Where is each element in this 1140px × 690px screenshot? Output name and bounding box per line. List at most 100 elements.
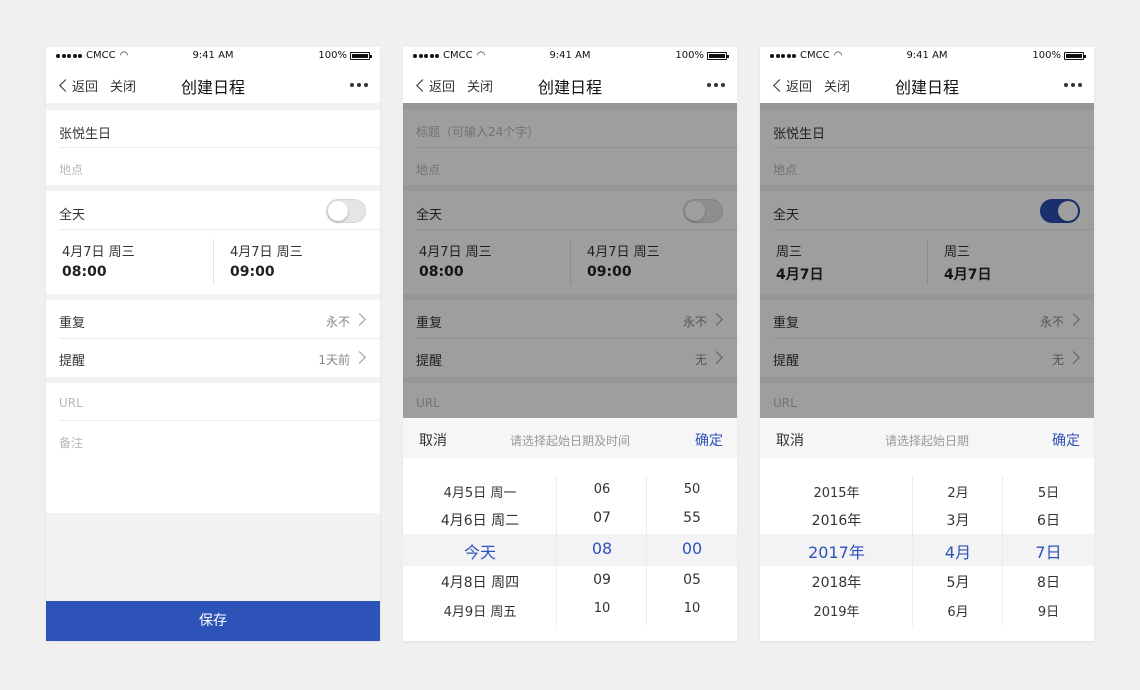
battery-icon [707, 51, 729, 60]
nav-bar: 返回 关闭 创建日程 [760, 65, 1094, 103]
end-date: 4月7日 周三 [230, 245, 303, 260]
back-button[interactable]: 返回 [415, 76, 455, 95]
picker-option[interactable]: 50 [647, 482, 737, 497]
end-time-cell[interactable]: 4月7日 周三 09:00 [230, 229, 370, 294]
nav-bar: 返回 关闭 创建日程 [403, 65, 737, 103]
time-group: 全天 4月7日 周三 08:00 4月7日 周三 09:00 [46, 191, 380, 294]
back-button[interactable]: 返回 [772, 76, 812, 95]
picker-option[interactable]: 3月 [913, 510, 1003, 530]
picker-header: 取消 请选择起始日期及时间 确定 [403, 418, 737, 458]
overlay-mask[interactable] [403, 103, 737, 418]
battery-icon [350, 51, 372, 60]
picker-option-selected[interactable]: 4月 [913, 539, 1003, 563]
back-button[interactable]: 返回 [58, 76, 98, 95]
url-input[interactable]: URL [59, 396, 380, 410]
back-label: 返回 [72, 80, 99, 95]
location-input[interactable]: 地点 [59, 161, 380, 178]
picker-option[interactable]: 6月 [913, 601, 1003, 620]
picker-option-selected[interactable]: 7日 [1003, 539, 1094, 563]
notes-input[interactable]: 备注 [59, 434, 380, 451]
toggle-knob [328, 201, 348, 221]
picker-option[interactable]: 2月 [913, 482, 1003, 501]
back-label: 返回 [786, 80, 813, 95]
close-button[interactable]: 关闭 [467, 76, 493, 95]
picker-confirm-button[interactable]: 确定 [1052, 430, 1080, 450]
picker-option[interactable]: 4月5日 周一 [403, 482, 557, 501]
picker-option[interactable]: 10 [647, 601, 737, 616]
start-time-cell[interactable]: 4月7日 周三 08:00 [62, 229, 212, 294]
divider [59, 147, 380, 148]
more-icon[interactable] [350, 83, 368, 87]
status-bar: CMCC ◠ 9:41 AM 100% [760, 47, 1094, 65]
chevron-right-icon [353, 313, 366, 326]
picker-header: 取消 请选择起始日期 确定 [760, 418, 1094, 458]
url-notes-group: URL 备注 [46, 383, 380, 513]
picker-option-selected[interactable]: 今天 [403, 539, 557, 563]
chevron-right-icon [353, 351, 366, 364]
picker-column-year[interactable]: 2015年 2016年 2017年 2018年 2019年 [760, 458, 913, 641]
picker-cancel-button[interactable]: 取消 [776, 430, 804, 450]
allday-toggle[interactable] [326, 199, 366, 223]
picker-option[interactable]: 4月6日 周二 [403, 510, 557, 530]
picker-option[interactable]: 4月9日 周五 [403, 601, 557, 620]
back-label: 返回 [429, 80, 456, 95]
picker-option[interactable]: 8日 [1003, 572, 1094, 592]
end-time: 09:00 [230, 264, 275, 280]
picker-hint: 请选择起始日期及时间 [509, 434, 630, 448]
picker-option[interactable]: 07 [557, 510, 647, 526]
picker-hint: 请选择起始日期 [884, 434, 969, 448]
picker-option[interactable]: 2019年 [760, 601, 913, 620]
picker-option[interactable]: 2015年 [760, 482, 913, 501]
remind-label: 提醒 [59, 354, 86, 369]
close-button[interactable]: 关闭 [824, 76, 850, 95]
start-date: 4月7日 周三 [62, 245, 135, 260]
picker-column-day[interactable]: 5日 6日 7日 8日 9日 [1003, 458, 1094, 641]
divider [59, 420, 380, 421]
status-bar: CMCC ◠ 9:41 AM 100% [403, 47, 737, 65]
picker-option[interactable]: 09 [557, 572, 647, 588]
battery-percent: 100% [1032, 50, 1061, 61]
picker-option-selected[interactable]: 00 [647, 539, 737, 558]
phone-screen-datetime-picker: CMCC ◠ 9:41 AM 100% 返回 关闭 创建日程 标题（可输入24个字… [403, 47, 737, 641]
vertical-divider [213, 239, 214, 285]
picker-column-hour[interactable]: 06 07 08 09 10 [557, 458, 647, 641]
picker-option[interactable]: 05 [647, 572, 737, 588]
picker-option[interactable]: 10 [557, 601, 647, 616]
phone-screen-date-picker: CMCC ◠ 9:41 AM 100% 返回 关闭 创建日程 张悦生日 地点 全天… [760, 47, 1094, 641]
close-button[interactable]: 关闭 [110, 76, 136, 95]
save-button[interactable]: 保存 [46, 601, 380, 641]
picker-option[interactable]: 55 [647, 510, 737, 526]
status-bar: CMCC ◠ 9:41 AM 100% [46, 47, 380, 65]
picker-option[interactable]: 06 [557, 482, 647, 497]
title-input[interactable]: 张悦生日 [59, 123, 380, 142]
picker-column-date[interactable]: 4月5日 周一 4月6日 周二 今天 4月8日 周四 4月9日 周五 [403, 458, 557, 641]
remind-row[interactable]: 提醒 1天前 [59, 339, 380, 377]
repeat-value: 永不 [325, 315, 350, 329]
phone-screen-create-event: CMCC ◠ 9:41 AM 100% 返回 关闭 创建日程 张悦生日 地点 全天… [46, 47, 380, 641]
overlay-mask[interactable] [760, 103, 1094, 418]
chevron-left-icon [59, 79, 72, 92]
picker-option[interactable]: 2016年 [760, 510, 913, 530]
picker-option[interactable]: 5月 [913, 572, 1003, 592]
picker-option[interactable]: 4月8日 周四 [403, 572, 557, 592]
picker-option[interactable]: 6日 [1003, 510, 1094, 530]
battery-icon [1064, 51, 1086, 60]
picker-option[interactable]: 5日 [1003, 482, 1094, 501]
chevron-left-icon [416, 79, 429, 92]
picker-cancel-button[interactable]: 取消 [419, 430, 447, 450]
start-time: 08:00 [62, 264, 107, 280]
picker-column-month[interactable]: 2月 3月 4月 5月 6月 [913, 458, 1003, 641]
picker-confirm-button[interactable]: 确定 [695, 430, 723, 450]
picker-column-minute[interactable]: 50 55 00 05 10 [647, 458, 737, 641]
repeat-row[interactable]: 重复 永不 [59, 300, 380, 338]
picker-option[interactable]: 2018年 [760, 572, 913, 592]
remind-value: 1天前 [318, 353, 350, 367]
more-icon[interactable] [1064, 83, 1082, 87]
battery-percent: 100% [318, 50, 347, 61]
picker-option-selected[interactable]: 2017年 [760, 539, 913, 563]
chevron-left-icon [773, 79, 786, 92]
picker-option-selected[interactable]: 08 [557, 539, 647, 558]
more-icon[interactable] [707, 83, 725, 87]
battery-percent: 100% [675, 50, 704, 61]
picker-option[interactable]: 9日 [1003, 601, 1094, 620]
